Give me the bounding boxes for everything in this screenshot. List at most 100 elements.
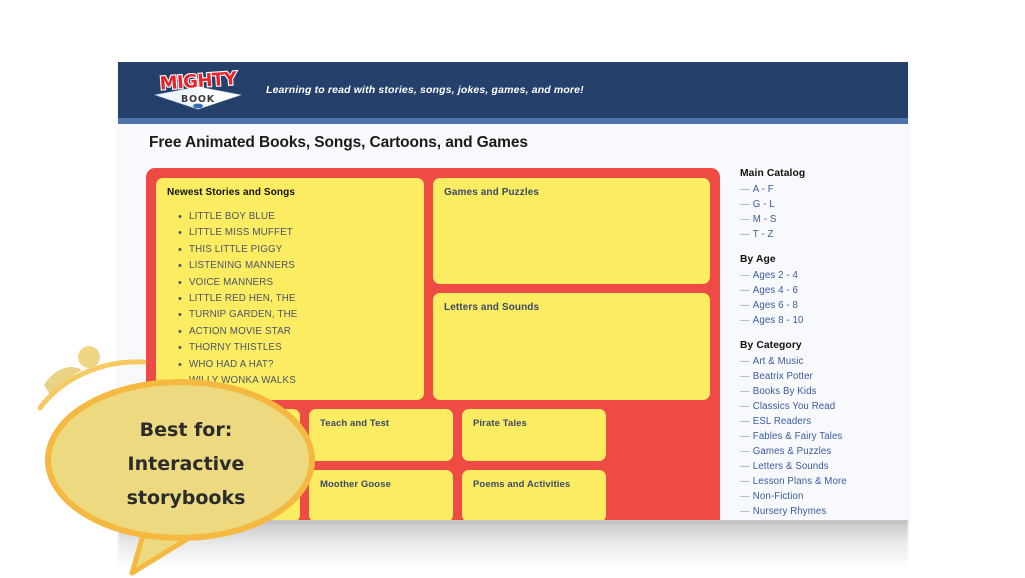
sparkle-dot-icon xyxy=(78,346,100,368)
nav-link-letters-and-sounds[interactable]: — Letters & Sounds xyxy=(740,459,890,474)
tile-title: Teach and Test xyxy=(320,418,390,429)
dash-glyph: — xyxy=(740,356,750,367)
nav-link-lesson-plans-and-more[interactable]: — Lesson Plans & More xyxy=(740,474,890,489)
nav-link-label: Ages 6 - 8 xyxy=(752,300,798,311)
nav-link-t-z[interactable]: — T - Z xyxy=(740,227,890,242)
tile-pexi-has-a-question[interactable]: Pexi Has A Question xyxy=(156,409,300,461)
tile-newest-stories-and-songs[interactable]: Newest Stories and Songs LITTLE BOY BLUE… xyxy=(156,178,424,400)
tile-title: Seasonal Themes xyxy=(167,479,249,490)
dash-glyph: — xyxy=(740,506,750,517)
nav-link-label: ESL Readers xyxy=(752,416,812,427)
nav-link-art-and-music[interactable]: — Art & Music xyxy=(740,354,890,369)
board-right-column: Games and Puzzles Letters and Sounds xyxy=(433,178,710,400)
tile-games-and-puzzles[interactable]: Games and Puzzles xyxy=(433,178,710,284)
nav-link-label: Games & Puzzles xyxy=(752,446,832,457)
nav-link-label: Beatrix Potter xyxy=(752,371,813,382)
tile-title: Games and Puzzles xyxy=(444,187,540,198)
board-row-middle: Pexi Has A Question Teach and Test Pirat… xyxy=(156,409,710,461)
tile-title: Poems and Activities xyxy=(473,479,571,490)
tile-poems-and-activities[interactable]: Poems and Activities xyxy=(462,470,606,520)
list-item[interactable]: WHO HAD A HAT? xyxy=(178,357,413,374)
dash-glyph: — xyxy=(740,300,750,311)
list-item[interactable]: LISTENING MANNERS xyxy=(178,258,413,275)
page-title: Free Animated Books, Songs, Cartoons, an… xyxy=(149,134,528,151)
nav-link-pexi-has-a-question[interactable]: —Pexi Has A Question xyxy=(740,519,890,520)
tile-title: Pexi Has A Question xyxy=(167,418,262,429)
dash-glyph: — xyxy=(740,446,750,457)
nav-link-esl-readers[interactable]: — ESL Readers xyxy=(740,414,890,429)
site-header: MIGHTY BOOK Learning to read with storie… xyxy=(118,62,908,118)
list-item[interactable]: WILLY WONKA WALKS xyxy=(178,373,413,390)
svg-text:BOOK: BOOK xyxy=(181,94,215,105)
nav-link-ages-6-8[interactable]: — Ages 6 - 8 xyxy=(740,298,890,313)
page-drop-shadow xyxy=(118,520,908,568)
nav-link-label: Art & Music xyxy=(752,356,804,367)
list-item[interactable]: THIS LITTLE PIGGY xyxy=(178,242,413,259)
list-item[interactable]: LITTLE BOY BLUE xyxy=(178,209,413,226)
nav-link-non-fiction[interactable]: — Non-Fiction xyxy=(740,489,890,504)
nav-link-ages-2-4[interactable]: — Ages 2 - 4 xyxy=(740,268,890,283)
sparkle-swoosh-icon xyxy=(44,366,82,398)
nav-link-beatrix-potter[interactable]: — Beatrix Potter xyxy=(740,369,890,384)
list-item[interactable]: TURNIP GARDEN, THE xyxy=(178,307,413,324)
list-item[interactable]: LITTLE RED HEN, THE xyxy=(178,291,413,308)
catalog-sidebar: Main Catalog — A - F — G - L — M - S — T - Z… xyxy=(740,168,890,520)
nav-link-fables-and-fairy-tales[interactable]: — Fables & Fairy Tales xyxy=(740,429,890,444)
nav-link-label: Fables & Fairy Tales xyxy=(752,431,843,442)
nav-link-classics-you-read[interactable]: — Classics You Read xyxy=(740,399,890,414)
dash-glyph: — xyxy=(740,461,750,472)
nav-group-by-category: By Category — Art & Music — Beatrix Potter… xyxy=(740,340,890,520)
nav-link-g-l[interactable]: — G - L xyxy=(740,197,890,212)
nav-link-ages-8-10[interactable]: — Ages 8 - 10 xyxy=(740,313,890,328)
list-item[interactable]: ACTION MOVIE STAR xyxy=(178,324,413,341)
dash-glyph: — xyxy=(740,270,750,281)
tile-title: Newest Stories and Songs xyxy=(167,187,295,198)
board-row-bottom: Seasonal Themes Moother Goose Poems and … xyxy=(156,470,710,520)
nav-link-label: Ages 8 - 10 xyxy=(752,315,804,326)
dash-glyph: — xyxy=(740,476,750,487)
tile-seasonal-themes[interactable]: Seasonal Themes xyxy=(156,470,300,520)
nav-link-nursery-rhymes[interactable]: — Nursery Rhymes xyxy=(740,504,890,519)
dash-glyph: — xyxy=(740,184,750,195)
nav-link-label: Ages 2 - 4 xyxy=(752,270,798,281)
nav-link-ages-4-6[interactable]: — Ages 4 - 6 xyxy=(740,283,890,298)
nav-link-games-and-puzzles[interactable]: — Games & Puzzles xyxy=(740,444,890,459)
nav-heading: Main Catalog xyxy=(740,168,806,179)
list-item[interactable]: THORNY THISTLES xyxy=(178,340,413,357)
tile-letters-and-sounds[interactable]: Letters and Sounds xyxy=(433,293,710,400)
nav-link-label: M - S xyxy=(752,214,777,225)
mighty-book-logo[interactable]: MIGHTY BOOK xyxy=(148,65,248,115)
dash-glyph: — xyxy=(740,315,750,326)
nav-link-label: Nursery Rhymes xyxy=(752,506,827,517)
browser-page-card: MIGHTY BOOK Learning to read with storie… xyxy=(118,62,908,520)
site-tagline: Learning to read with stories, songs, jo… xyxy=(266,84,584,96)
dash-glyph: — xyxy=(740,416,750,427)
nav-group-by-age: By Age — Ages 2 - 4 — Ages 4 - 6 — Ages 6 -… xyxy=(740,254,890,328)
nav-link-m-s[interactable]: — M - S xyxy=(740,212,890,227)
dash-glyph: — xyxy=(740,199,750,210)
tile-title: Letters and Sounds xyxy=(444,302,540,313)
nav-link-books-by-kids[interactable]: — Books By Kids xyxy=(740,384,890,399)
dash-glyph: — xyxy=(740,386,750,397)
nav-link-label: G - L xyxy=(752,199,775,210)
nav-group-main-catalog: Main Catalog — A - F — G - L — M - S — T - Z xyxy=(740,168,890,242)
newest-stories-list: LITTLE BOY BLUE LITTLE MISS MUFFET THIS … xyxy=(178,209,413,390)
svg-text:MIGHTY: MIGHTY xyxy=(159,68,239,94)
tile-pirate-tales[interactable]: Pirate Tales xyxy=(462,409,606,461)
nav-link-label: Lesson Plans & More xyxy=(752,476,847,487)
list-item[interactable]: LITTLE MISS MUFFET xyxy=(178,225,413,242)
nav-link-label: Books By Kids xyxy=(752,386,817,397)
tile-title: Pirate Tales xyxy=(473,418,527,429)
tile-teach-and-test[interactable]: Teach and Test xyxy=(309,409,453,461)
nav-heading: By Age xyxy=(740,254,776,265)
list-item[interactable]: VOICE MANNERS xyxy=(178,275,413,292)
dash-glyph: — xyxy=(740,229,750,240)
nav-link-label: Non-Fiction xyxy=(752,491,804,502)
tile-moother-goose[interactable]: Moother Goose xyxy=(309,470,453,520)
content-board: Newest Stories and Songs LITTLE BOY BLUE… xyxy=(146,168,720,520)
nav-link-a-f[interactable]: — A - F xyxy=(740,182,890,197)
dash-glyph: — xyxy=(740,214,750,225)
board-row-top: Newest Stories and Songs LITTLE BOY BLUE… xyxy=(156,178,710,400)
dash-glyph: — xyxy=(740,491,750,502)
nav-link-label: Ages 4 - 6 xyxy=(752,285,798,296)
